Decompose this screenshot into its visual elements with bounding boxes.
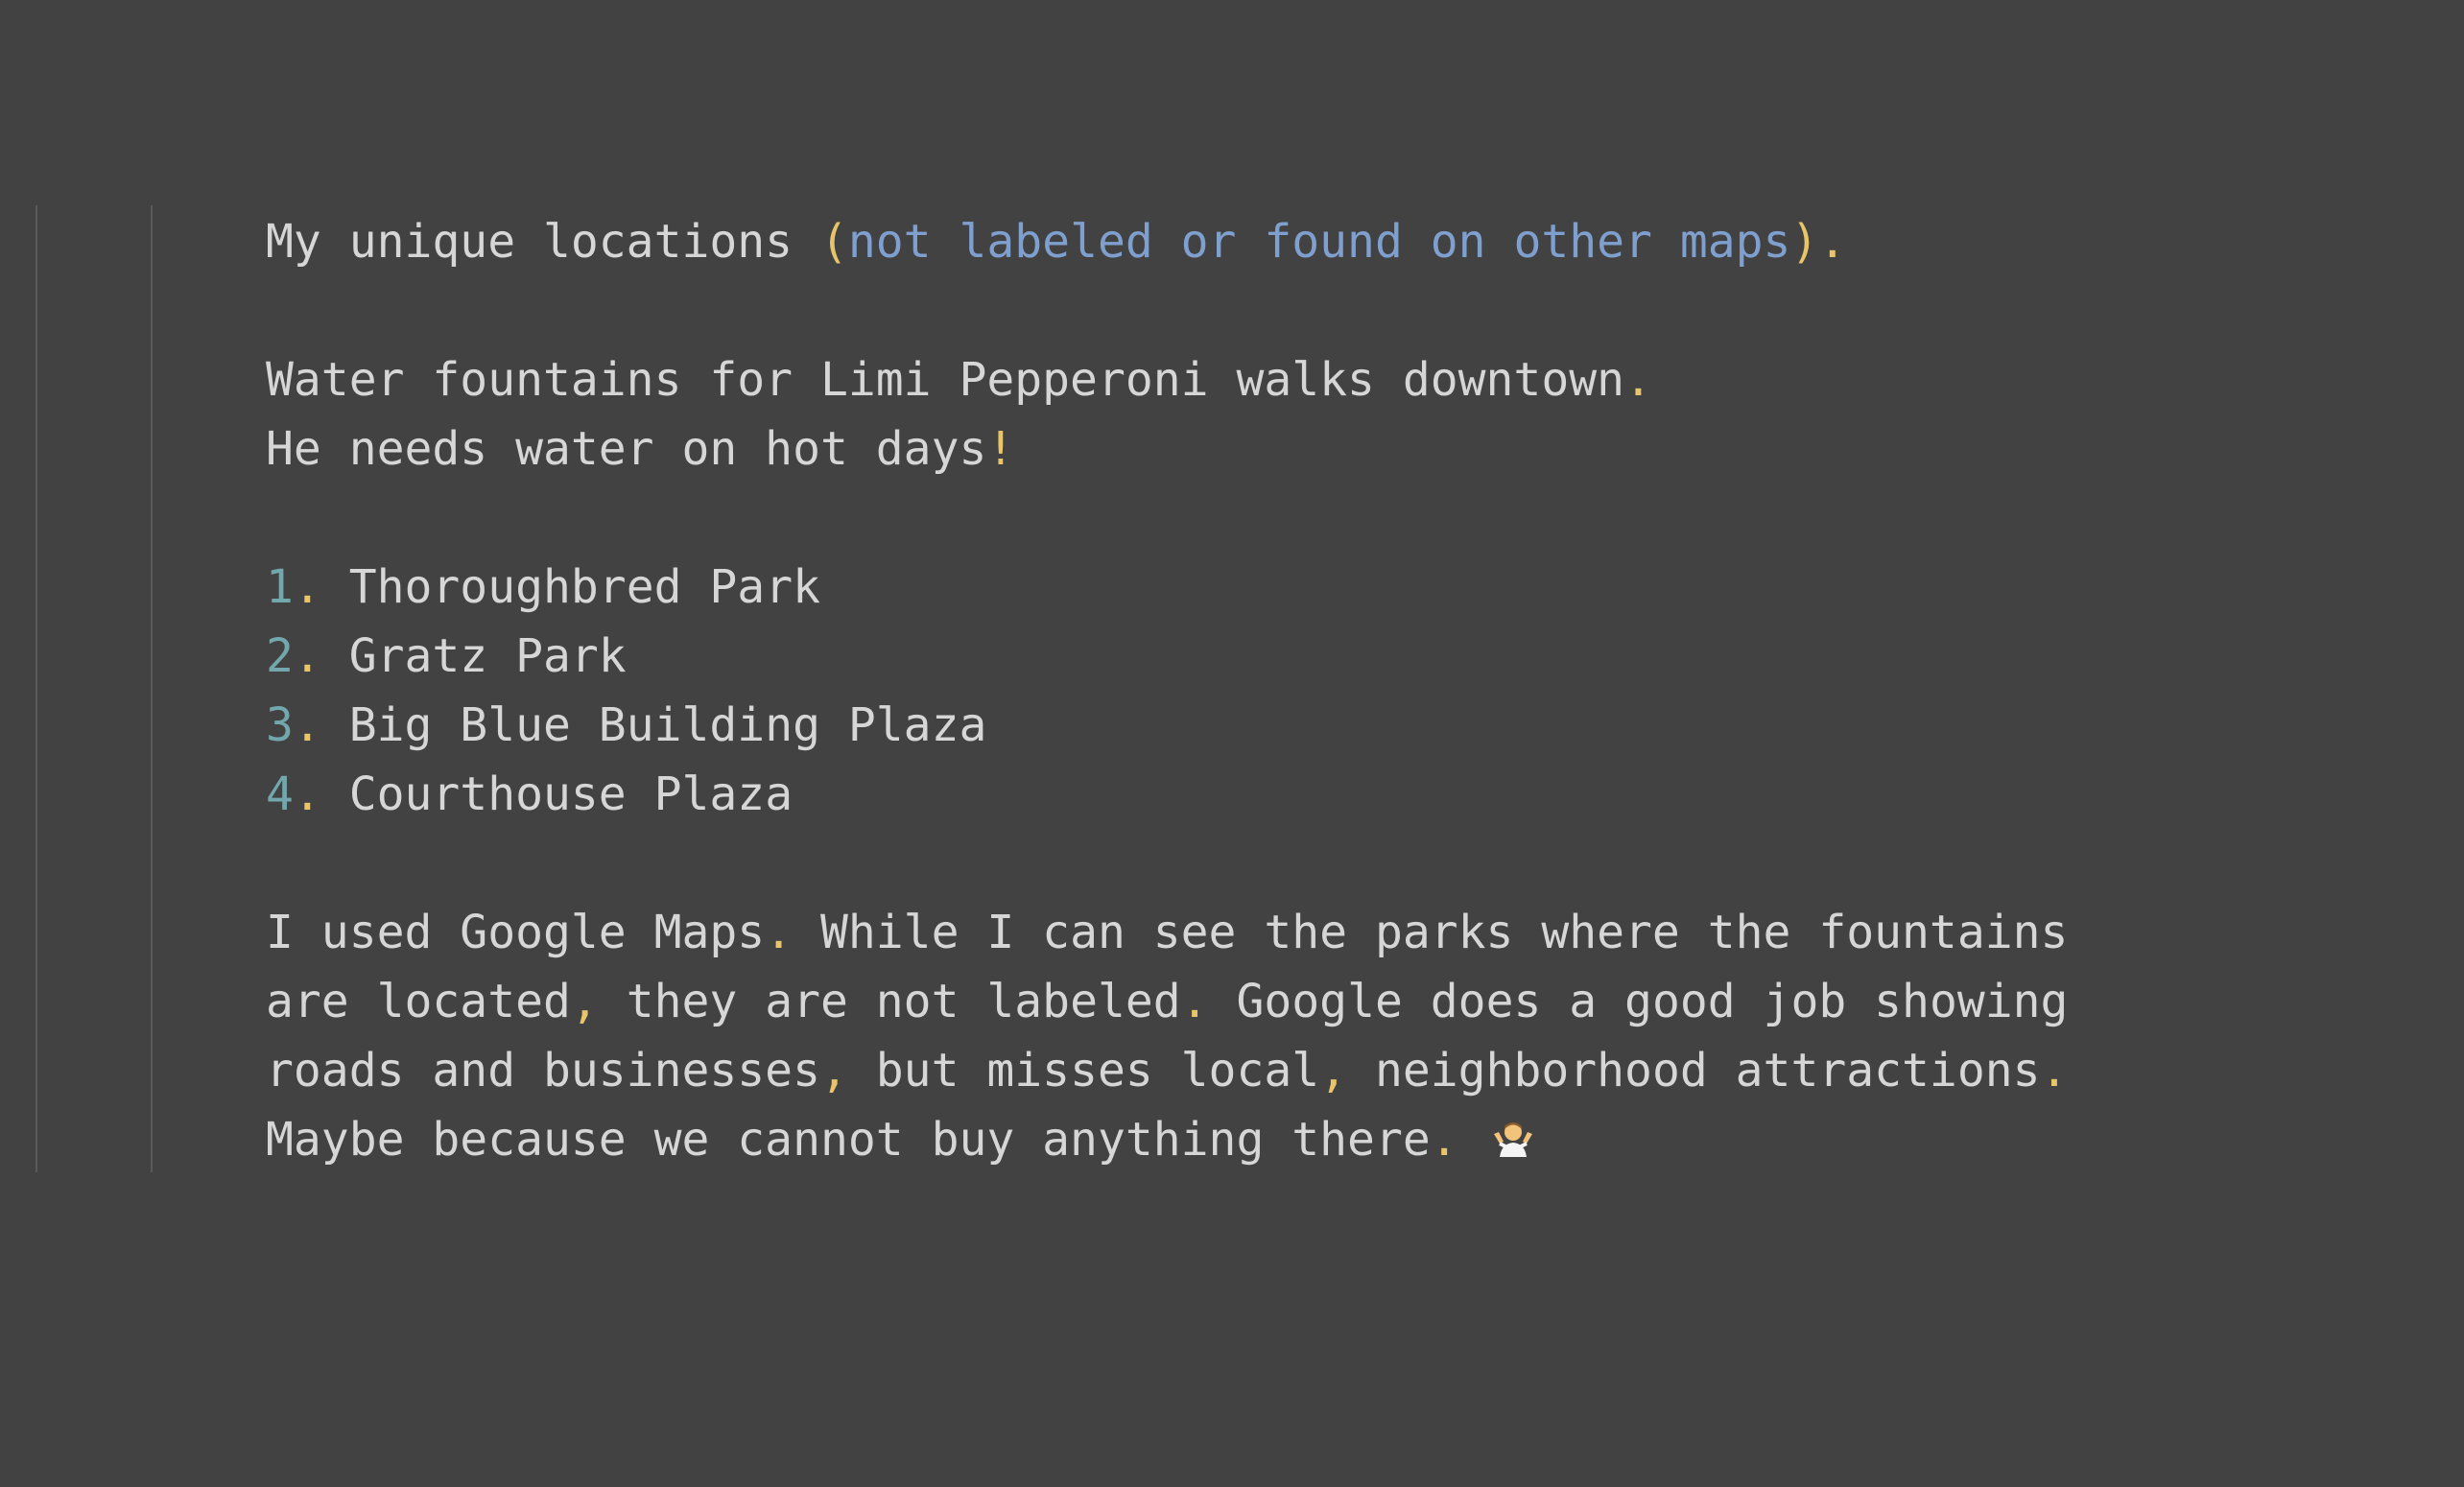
list-item: 1. Thoroughbred Park [266, 553, 2434, 622]
paragraph-line: Maybe because we cannot buy anything the… [266, 1105, 2434, 1174]
indent-guide [36, 205, 37, 1172]
text-run: I used Google Maps [266, 906, 766, 959]
editor-pane[interactable]: My unique locations (not labeled or foun… [0, 0, 2464, 1487]
punctuation: . [765, 906, 794, 959]
list-label: Courthouse Plaza [320, 767, 794, 821]
list-dot: . [293, 767, 321, 821]
list-dot: . [293, 560, 321, 614]
punctuation: , [819, 1044, 848, 1098]
punctuation: . [2040, 1044, 2069, 1098]
intro-line: He needs water on hot days! [266, 414, 2434, 484]
heading-period: . [1818, 215, 1847, 269]
list-label: Big Blue Building Plaza [320, 698, 987, 752]
paragraph-line: are located, they are not labeled. Googl… [266, 967, 2434, 1036]
text-run: are located [266, 975, 571, 1028]
text-run: While I can see the parks where the foun… [793, 906, 2069, 959]
paragraph-line: roads and businesses, but misses local, … [266, 1036, 2434, 1105]
list-number: 2 [266, 629, 294, 683]
text-run: but misses local [847, 1044, 1320, 1098]
list-dot: . [293, 629, 321, 683]
text-run: Google does a good job showing [1208, 975, 2069, 1028]
list-label: Gratz Park [320, 629, 627, 683]
punctuation: . [1180, 975, 1209, 1028]
punctuation: , [1319, 1044, 1348, 1098]
punctuation: , [570, 975, 599, 1028]
text-run: neighborhood attractions [1347, 1044, 2041, 1098]
document-content[interactable]: My unique locations (not labeled or foun… [266, 207, 2434, 1174]
list-item: 3. Big Blue Building Plaza [266, 691, 2434, 760]
list-number: 4 [266, 767, 294, 821]
intro-line: Water fountains for Limi Pepperoni walks… [266, 345, 2434, 414]
person-shrugging-icon [1493, 1122, 1532, 1157]
list-item: 4. Courthouse Plaza [266, 760, 2434, 829]
text-run: roads and businesses [266, 1044, 820, 1098]
intro-text: Water fountains for Limi Pepperoni walks… [266, 353, 1625, 407]
paragraph-line: I used Google Maps. While I can see the … [266, 898, 2434, 967]
heading-line: My unique locations (not labeled or foun… [266, 207, 2434, 276]
heading-link[interactable]: not labeled or found on other maps [848, 215, 1791, 269]
text-run: they are not labeled [598, 975, 1181, 1028]
list-number: 3 [266, 698, 294, 752]
list-item: 2. Gratz Park [266, 622, 2434, 691]
indent-guide [151, 205, 153, 1172]
open-paren: ( [819, 215, 848, 269]
intro-text: He needs water on hot days [266, 422, 987, 476]
punctuation: . [1624, 353, 1652, 407]
list-label: Thoroughbred Park [320, 560, 820, 614]
punctuation: ! [986, 422, 1015, 476]
heading-text: My unique locations [266, 215, 820, 269]
text-run: Maybe because we cannot buy anything the… [266, 1113, 1431, 1167]
list-dot: . [293, 698, 321, 752]
punctuation: . [1430, 1113, 1458, 1167]
list-number: 1 [266, 560, 294, 614]
close-paren: ) [1790, 215, 1819, 269]
